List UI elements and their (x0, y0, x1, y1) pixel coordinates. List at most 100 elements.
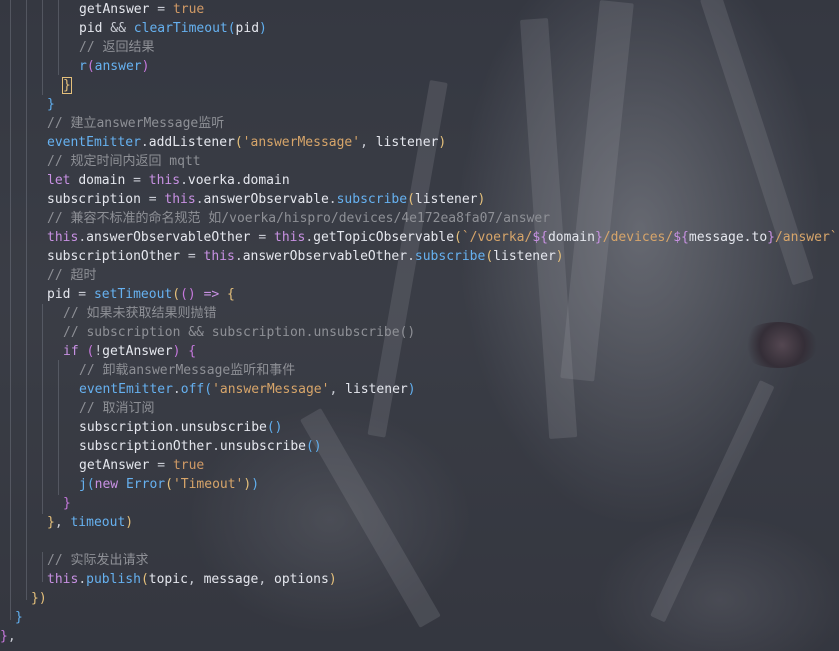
code-line[interactable]: subscriptionOther = this.answerObservabl… (47, 247, 564, 266)
code-token: } (47, 515, 55, 530)
code-line[interactable]: subscriptionOther.unsubscribe() (79, 437, 322, 456)
code-token: ( (454, 230, 462, 245)
code-token: } (594, 230, 603, 245)
code-token: this (164, 192, 196, 207)
code-token: j (79, 477, 87, 492)
code-token: answerObservableOther (86, 230, 251, 245)
code-token: } (0, 629, 8, 644)
code-line[interactable]: } (47, 95, 55, 114)
code-token: if (63, 344, 79, 359)
code-token: new (94, 477, 119, 492)
code-token: message.to (688, 230, 768, 245)
code-token: ( (204, 382, 213, 397)
code-token: ( (86, 59, 95, 74)
code-line[interactable]: pid && clearTimeout(pid) (79, 19, 267, 38)
code-token: listener (493, 249, 556, 264)
code-token: ) (141, 59, 150, 74)
code-token: ) (125, 515, 134, 530)
code-token: true (172, 2, 205, 17)
indent-guide (10, 0, 11, 620)
code-line[interactable]: getAnswer = true (79, 456, 204, 475)
code-token: addListener (148, 135, 235, 150)
code-line[interactable]: // 实际发出请求 (47, 551, 148, 570)
code-token: Error (125, 477, 166, 492)
code-line[interactable]: eventEmitter.addListener('answerMessage'… (47, 133, 446, 152)
code-token: subscriptionOther (79, 439, 213, 454)
code-token: getAnswer (79, 458, 150, 473)
indent-guide (42, 0, 43, 95)
indent-guide (42, 552, 43, 582)
code-editor[interactable]: getAnswer = true pid && clearTimeout(pid… (0, 0, 839, 651)
code-token: subscribe (414, 249, 486, 264)
code-line[interactable]: } (15, 608, 23, 627)
code-token: message (203, 572, 259, 587)
code-token: () (305, 439, 322, 454)
code-line[interactable]: pid = setTimeout(() => { (47, 285, 235, 304)
code-token: pid (47, 287, 71, 302)
code-token: r (79, 59, 87, 74)
code-line[interactable]: // 超时 (47, 266, 96, 285)
code-line[interactable]: j(new Error('Timeout')) (79, 475, 259, 494)
code-token: pid (235, 21, 260, 36)
code-line[interactable]: this.answerObservableOther = this.getTop… (47, 228, 839, 247)
code-line[interactable]: this.publish(topic, message, options) (47, 570, 337, 589)
code-token: ( (407, 192, 415, 207)
code-token: answerObservable (203, 192, 329, 207)
code-line[interactable]: // 返回结果 (79, 38, 154, 57)
code-token: ) (477, 192, 486, 207)
code-token: domain (547, 230, 595, 245)
code-line[interactable]: }, timeout) (47, 513, 133, 532)
code-line[interactable]: // subscription && subscription.unsubscr… (63, 323, 415, 342)
code-token: ( (227, 21, 236, 36)
code-line[interactable]: }, (0, 627, 16, 646)
code-line[interactable]: // 建立answerMessage监听 (47, 114, 224, 133)
code-token: subscription (47, 192, 141, 207)
code-line[interactable]: // 卸载answerMessage监听和事件 (79, 361, 295, 380)
code-line[interactable]: let domain = this.voerka.domain (47, 171, 290, 190)
code-token: topic (148, 572, 188, 587)
code-token: timeout (70, 515, 126, 530)
code-token: 'answerMessage' (212, 382, 330, 397)
code-token: ) (407, 382, 416, 397)
code-line[interactable]: // 取消订阅 (79, 399, 154, 418)
code-line[interactable]: // 兼容不标准的命名规范 如/voerka/hispro/devices/4e… (47, 209, 550, 228)
code-token: ) (438, 135, 447, 150)
code-token: => (203, 287, 220, 302)
code-line[interactable]: r(answer) (79, 57, 149, 76)
code-token: ( (86, 344, 95, 359)
matched-bracket: } (62, 77, 72, 94)
code-token: ${ (673, 230, 689, 245)
code-token: subscribe (336, 192, 408, 207)
code-token: let (47, 173, 71, 188)
code-line[interactable]: subscription = this.answerObservable.sub… (47, 190, 485, 209)
code-line[interactable]: eventEmitter.off('answerMessage', listen… (79, 380, 416, 399)
code-token: options (274, 572, 329, 587)
code-line[interactable]: }) (31, 589, 47, 608)
code-token: clearTimeout (133, 21, 228, 36)
code-token: { (227, 287, 235, 302)
code-token: subscription (79, 420, 173, 435)
code-token: setTimeout (93, 287, 173, 302)
code-token: `/voerka/ (461, 230, 533, 245)
code-token: () (266, 420, 283, 435)
code-token: this (148, 173, 181, 188)
code-line[interactable]: if (!getAnswer) { (63, 342, 196, 361)
indent-guide (58, 360, 59, 495)
code-token: listener (345, 382, 408, 397)
code-token: ( (485, 249, 494, 264)
code-line[interactable]: getAnswer = true (79, 0, 204, 19)
code-token: { (188, 344, 197, 359)
code-line[interactable]: } (62, 76, 72, 95)
code-token: ( (86, 477, 95, 492)
code-line[interactable]: // 规定时间内返回 mqtt (47, 152, 201, 171)
code-token: getAnswer (79, 2, 150, 17)
code-token: 'answerMessage' (242, 135, 361, 150)
code-line[interactable]: subscription.unsubscribe() (79, 418, 283, 437)
code-token: } (767, 230, 775, 245)
code-line[interactable]: // 如果未获取结果则抛错 (63, 304, 216, 323)
indent-guide (26, 0, 27, 600)
code-token: 'Timeout' (172, 477, 244, 492)
code-token: ( (165, 477, 173, 492)
code-token: domain (242, 173, 290, 188)
code-line[interactable]: } (63, 494, 71, 513)
